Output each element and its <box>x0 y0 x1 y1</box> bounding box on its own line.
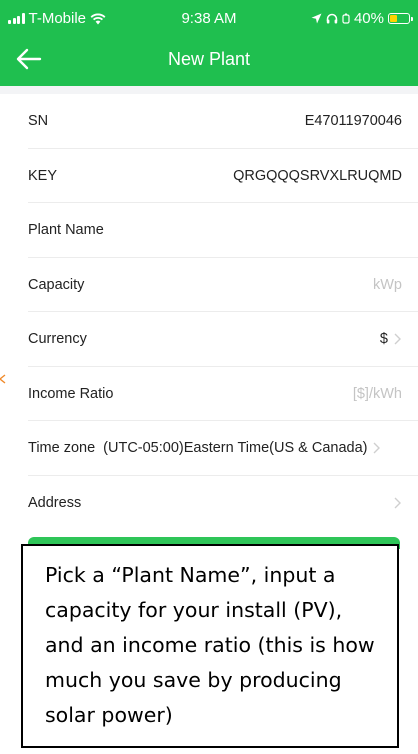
plant-form: SN E47011970046 KEY QRGQQQSRVXLRUQMD Pla… <box>0 94 418 530</box>
address-label: Address <box>28 494 82 511</box>
status-bar: T-Mobile 9:38 AM 40% <box>0 0 418 36</box>
sn-value: E47011970046 <box>304 113 402 130</box>
capacity-input[interactable]: kWp <box>373 277 402 293</box>
annotation-tick <box>0 374 6 384</box>
instruction-callout: Pick a “Plant Name”, input a capacity fo… <box>21 544 399 748</box>
row-address[interactable]: Address <box>0 476 418 531</box>
row-income-ratio[interactable]: Income Ratio [$]/kWh <box>0 367 418 422</box>
callout-text: Pick a “Plant Name”, input a capacity fo… <box>45 563 375 727</box>
headphones-icon <box>326 13 338 24</box>
chevron-right-icon <box>373 442 381 454</box>
capacity-label: Capacity <box>28 276 85 293</box>
battery-level <box>390 15 398 22</box>
header-divider <box>0 86 418 94</box>
time-zone-value: (UTC-05:00)Eastern Time(US & Canada) <box>103 440 368 457</box>
key-label: KEY <box>28 167 58 184</box>
row-key: KEY QRGQQQSRVXLRUQMD <box>0 149 418 204</box>
chevron-right-icon <box>394 333 401 345</box>
currency-label: Currency <box>28 331 87 348</box>
alarm-icon <box>342 13 350 24</box>
time-zone-label: Time zone <box>28 440 96 457</box>
page-title: New Plant <box>167 49 251 69</box>
app-header: T-Mobile 9:38 AM 40% New Plant <box>0 0 418 86</box>
status-right: 40% <box>311 10 413 27</box>
chevron-right-icon <box>394 497 401 509</box>
plant-name-label: Plant Name <box>28 222 104 239</box>
battery-percent: 40% <box>353 10 384 27</box>
row-time-zone[interactable]: Time zone (UTC-05:00)Eastern Time(US & C… <box>0 421 418 476</box>
row-currency[interactable]: Currency $ <box>0 312 418 367</box>
row-sn: SN E47011970046 <box>0 94 418 149</box>
key-value: QRGQQQSRVXLRUQMD <box>233 167 402 184</box>
row-plant-name[interactable]: Plant Name <box>0 203 418 258</box>
currency-value: $ <box>379 331 388 348</box>
sn-label: SN <box>28 113 49 130</box>
location-arrow-icon <box>311 13 322 24</box>
battery-icon <box>388 13 413 24</box>
row-capacity[interactable]: Capacity kWp <box>0 258 418 313</box>
income-ratio-label: Income Ratio <box>28 385 114 402</box>
income-ratio-input[interactable]: [$]/kWh <box>353 386 402 402</box>
